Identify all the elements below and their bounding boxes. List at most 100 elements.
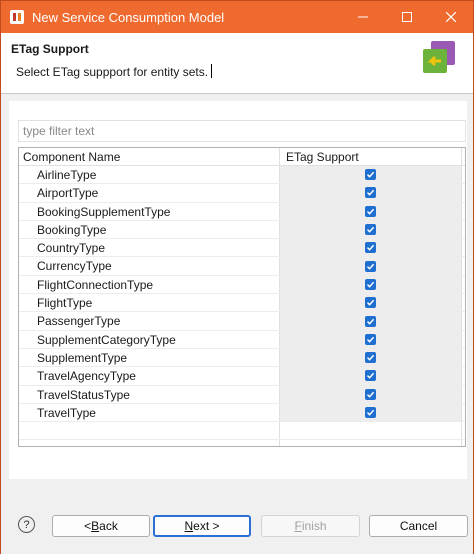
etag-support-cell xyxy=(280,220,462,239)
dialog-window: New Service Consumption Model ETag Suppo… xyxy=(0,0,474,554)
table-body: AirlineType AirportType BookingSupplementT… xyxy=(19,166,465,446)
etag-checkbox[interactable] xyxy=(365,407,376,418)
empty-row xyxy=(19,440,465,446)
close-icon xyxy=(446,12,456,22)
checkmark-icon xyxy=(366,245,375,252)
maximize-button[interactable] xyxy=(385,1,429,33)
checkmark-icon xyxy=(366,336,375,343)
back-prefix: < xyxy=(84,519,92,533)
column-header-component-name[interactable]: Component Name xyxy=(19,148,280,166)
column-header-etag-support[interactable]: ETag Support xyxy=(280,148,462,166)
table-row[interactable]: BookingType xyxy=(19,220,465,240)
header-separator xyxy=(1,93,473,94)
help-icon: ? xyxy=(23,518,30,531)
table-row[interactable]: TravelAgencyType xyxy=(19,367,465,386)
component-name-cell: AirportType xyxy=(19,184,280,202)
table-row[interactable]: FlightConnectionType xyxy=(19,275,465,295)
component-name-cell: TravelStatusType xyxy=(19,385,280,403)
page-description: Select ETag suppport for entity sets. xyxy=(16,64,213,79)
etag-checkbox[interactable] xyxy=(365,205,376,217)
etag-checkbox[interactable] xyxy=(365,224,376,236)
etag-checkbox[interactable] xyxy=(365,352,376,364)
table-row[interactable]: CurrencyType xyxy=(19,257,465,276)
etag-support-cell xyxy=(280,403,462,422)
etag-checkbox[interactable] xyxy=(365,242,376,254)
help-button[interactable]: ? xyxy=(18,516,35,533)
etag-support-cell xyxy=(280,312,462,330)
etag-support-cell xyxy=(280,348,462,367)
empty-row xyxy=(19,422,465,441)
table-row[interactable]: SupplementCategoryType xyxy=(19,330,465,349)
etag-support-cell xyxy=(280,184,462,202)
finish-label: inish xyxy=(301,519,327,533)
cancel-button[interactable]: Cancel xyxy=(369,515,468,537)
etag-checkbox[interactable] xyxy=(365,333,376,345)
button-bar: ? < Back Next > Finish Cancel xyxy=(1,479,473,554)
checkmark-icon xyxy=(366,281,375,288)
component-name-cell: AirlineType xyxy=(19,166,280,184)
table-row[interactable]: PassengerType xyxy=(19,312,465,331)
table-row[interactable]: BookingSupplementType xyxy=(19,202,465,221)
etag-checkbox[interactable] xyxy=(365,169,376,181)
component-name-cell: FlightConnectionType xyxy=(19,275,280,294)
etag-table: Component Name ETag Support AirlineType A… xyxy=(18,147,466,447)
next-button[interactable]: Next > xyxy=(153,515,251,537)
etag-support-cell xyxy=(280,330,462,348)
checkmark-icon xyxy=(366,318,375,325)
component-name-cell: FlightType xyxy=(19,294,280,312)
etag-support-cell xyxy=(280,166,462,184)
close-button[interactable] xyxy=(429,1,473,33)
next-label: ext > xyxy=(193,519,220,533)
text-caret xyxy=(211,64,213,78)
etag-checkbox[interactable] xyxy=(365,187,376,199)
empty-cell xyxy=(280,422,462,440)
etag-checkbox[interactable] xyxy=(365,278,376,290)
table-header: Component Name ETag Support xyxy=(19,148,465,166)
etag-checkbox[interactable] xyxy=(365,297,376,309)
component-name-cell: BookingSupplementType xyxy=(19,202,280,220)
filter-input[interactable] xyxy=(18,120,466,142)
etag-support-cell xyxy=(280,385,462,403)
etag-checkbox[interactable] xyxy=(365,260,376,272)
window-controls xyxy=(341,1,473,33)
empty-cell xyxy=(19,422,280,440)
checkmark-icon xyxy=(366,299,375,307)
checkmark-icon xyxy=(366,263,375,270)
etag-support-cell xyxy=(280,294,462,312)
finish-mnemonic: F xyxy=(294,519,302,533)
checkmark-icon xyxy=(366,373,375,380)
component-name-cell: PassengerType xyxy=(19,312,280,330)
maximize-icon xyxy=(402,12,412,22)
table-row[interactable]: FlightType xyxy=(19,294,465,313)
window-title: New Service Consumption Model xyxy=(32,9,225,25)
back-mnemonic: B xyxy=(91,519,100,533)
table-row[interactable]: AirlineType xyxy=(19,166,465,185)
checkmark-icon xyxy=(366,226,375,233)
etag-checkbox[interactable] xyxy=(365,370,376,382)
checkmark-icon xyxy=(366,391,375,398)
table-row[interactable]: SupplementType xyxy=(19,348,465,368)
table-row[interactable]: TravelType xyxy=(19,403,465,423)
checkmark-icon xyxy=(366,171,375,178)
checkmark-icon xyxy=(366,190,375,197)
etag-checkbox[interactable] xyxy=(365,315,376,327)
component-name-cell: SupplementType xyxy=(19,348,280,367)
wizard-banner-icon xyxy=(423,41,455,73)
table-row[interactable]: AirportType xyxy=(19,184,465,203)
table-row[interactable]: CountryType xyxy=(19,239,465,258)
minimize-button[interactable] xyxy=(341,1,385,33)
table-row[interactable]: TravelStatusType xyxy=(19,385,465,404)
minimize-icon xyxy=(358,16,368,18)
title-bar[interactable]: New Service Consumption Model xyxy=(1,1,473,33)
component-name-cell: TravelType xyxy=(19,403,280,422)
component-name-cell: CurrencyType xyxy=(19,257,280,275)
etag-support-cell xyxy=(280,239,462,257)
empty-cell xyxy=(280,440,462,446)
back-label: ack xyxy=(99,519,118,533)
empty-cell xyxy=(19,440,280,446)
finish-button[interactable]: Finish xyxy=(261,515,360,537)
component-name-cell: BookingType xyxy=(19,220,280,239)
back-button[interactable]: < Back xyxy=(52,515,150,537)
etag-checkbox[interactable] xyxy=(365,388,376,400)
next-mnemonic: N xyxy=(184,519,194,533)
